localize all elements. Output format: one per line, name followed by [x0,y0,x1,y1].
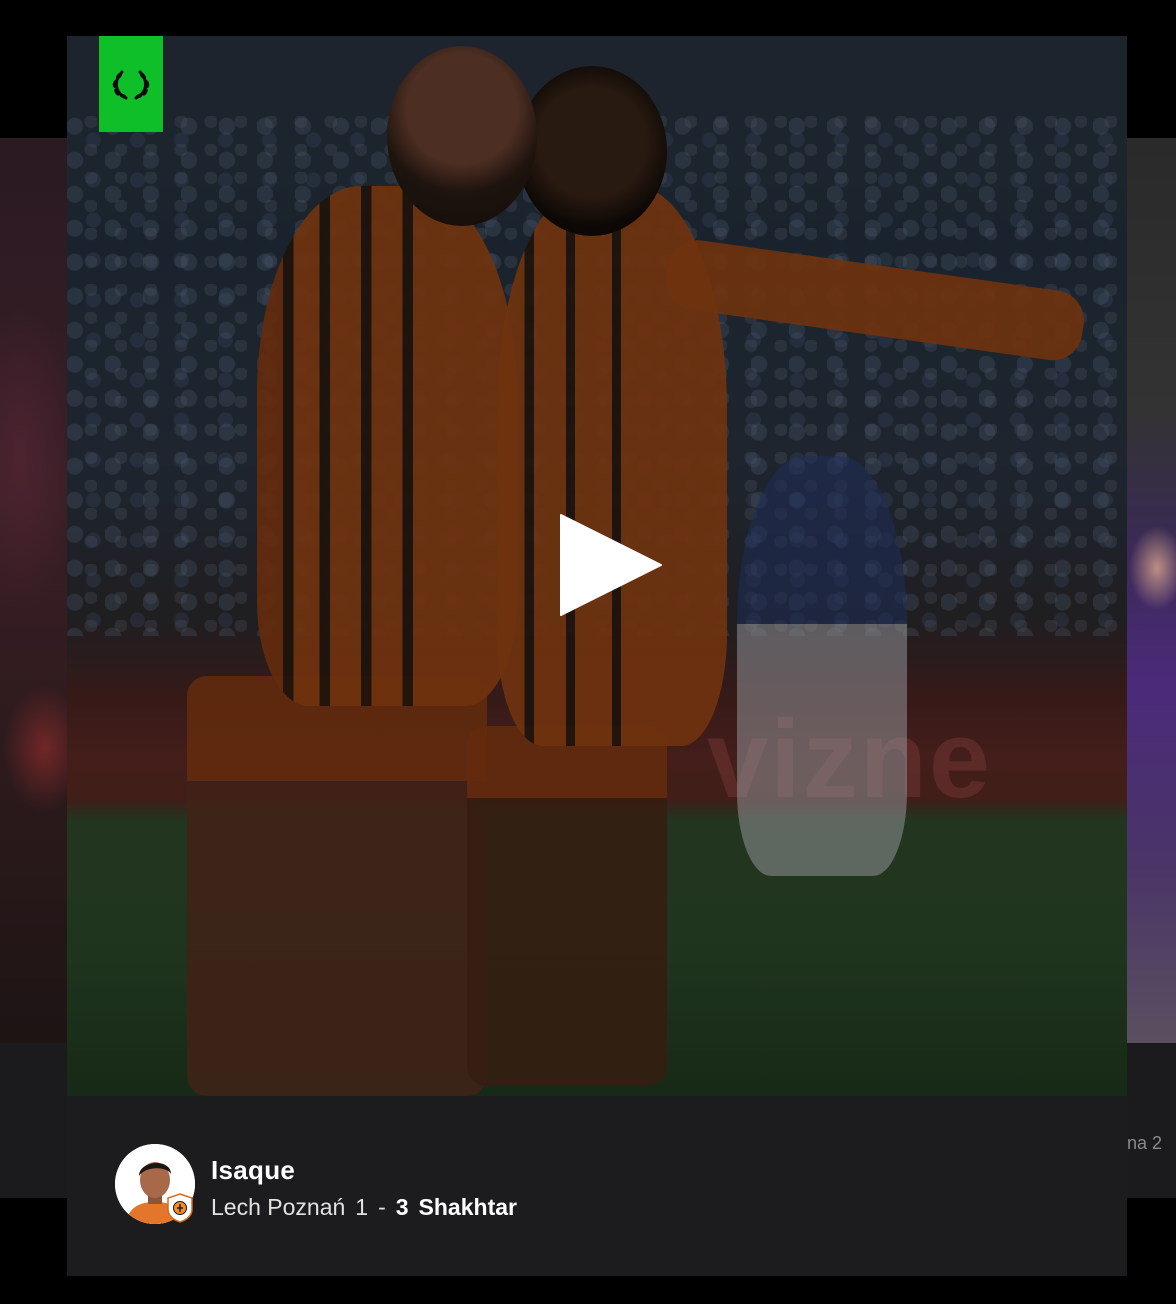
next-card-text: na 2 [1127,1133,1163,1153]
previous-card-footer [0,1043,67,1198]
home-team-score: 1 [355,1194,369,1220]
award-badge [99,36,163,132]
match-result[interactable]: Lech Poznań 1 - 3 Shakhtar [211,1194,517,1221]
highlight-card[interactable]: vizne [67,36,1127,1276]
play-icon [560,514,662,616]
laurel-wreath-icon [112,70,150,100]
play-button[interactable] [559,513,663,617]
player-name[interactable]: Isaque [211,1155,295,1186]
carousel-card-next[interactable]: na 2 [1127,138,1176,1198]
highlight-footer: Isaque Lech Poznań 1 - 3 Shakhtar [67,1096,1127,1276]
home-team-name: Lech Poznań [211,1194,346,1220]
carousel-card-previous[interactable] [0,138,67,1198]
away-team-name: Shakhtar [418,1194,517,1220]
score-separator: - [378,1194,386,1220]
previous-card-image [0,138,67,1043]
next-card-footer [1127,1043,1176,1198]
video-thumbnail[interactable]: vizne [67,36,1127,1096]
next-card-image [1127,138,1176,1043]
away-team-score: 3 [395,1194,409,1220]
shakhtar-crest-icon [167,1193,193,1223]
